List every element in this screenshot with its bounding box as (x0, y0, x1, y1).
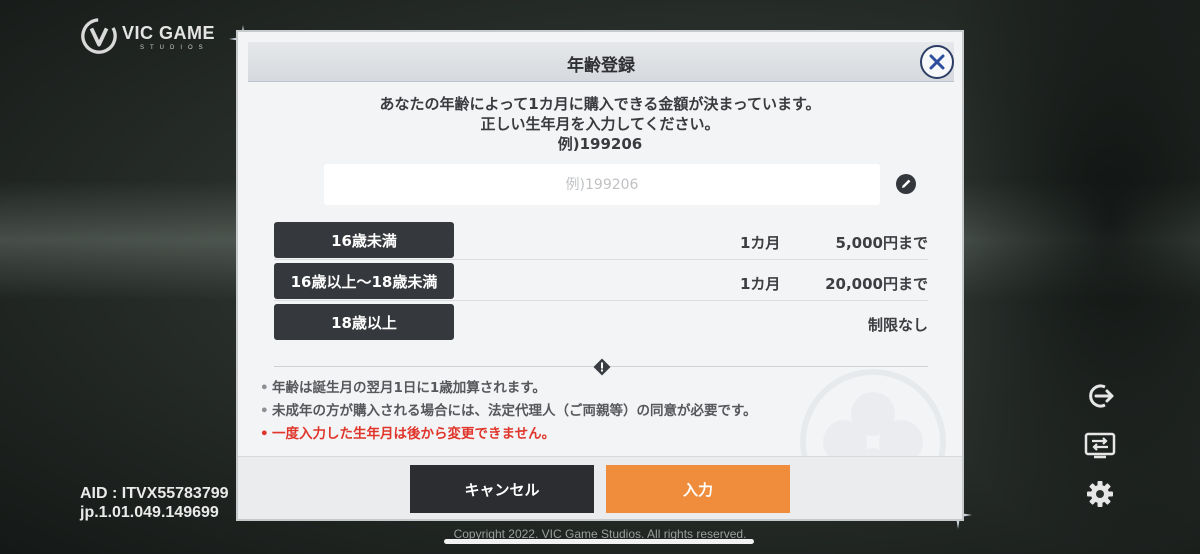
logo-title: VIC GAME (122, 23, 216, 43)
tier-row: 18歳以上 制限なし (274, 302, 928, 342)
dialog-header: 年齢登録 (248, 42, 954, 82)
vic-logo-icon (81, 18, 117, 54)
settings-button[interactable] (1084, 478, 1116, 510)
tier-amount: 20,000円まで (825, 275, 928, 293)
notes-list: 年齢は誕生月の翌月1日に1歳加算されます。 未成年の方が購入される場合には、法定… (258, 377, 948, 446)
switch-account-button[interactable] (1084, 429, 1116, 461)
age-registration-dialog: 年齢登録 あなたの年齢によって1カ月に購入できる金額が決まっています。 正しい生… (236, 30, 964, 521)
dialog-description: あなたの年齢によって1カ月に購入できる金額が決まっています。 正しい生年月を入力… (238, 94, 962, 154)
side-menu (1084, 380, 1116, 527)
tier-label: 16歳以上〜18歳未満 (274, 263, 454, 299)
dialog-footer: キャンセル 入力 (238, 456, 962, 519)
gear-icon (1087, 481, 1113, 507)
tier-period: 1カ月 (740, 234, 781, 252)
tier-label: 18歳以上 (274, 304, 454, 340)
studio-logo: VIC GAME STUDIOS (80, 17, 215, 55)
pencil-icon[interactable] (895, 173, 917, 195)
warning-note: 一度入力した生年月は後から変更できません。 (258, 423, 948, 446)
tier-period: 1カ月 (740, 275, 781, 293)
tier-amount: 5,000円まで (835, 234, 928, 252)
cancel-button[interactable]: キャンセル (410, 465, 594, 513)
warning-icon (593, 358, 611, 376)
home-indicator[interactable] (444, 539, 754, 544)
account-id-info: AID : ITVX55783799 jp.1.01.049.149699 (80, 484, 229, 522)
tier-amount: 制限なし (867, 316, 928, 334)
description-line: あなたの年齢によって1カ月に購入できる金額が決まっています。 (379, 95, 821, 113)
logout-icon (1089, 384, 1114, 408)
app-version: jp.1.01.049.149699 (80, 504, 219, 521)
close-icon (929, 54, 945, 70)
logo-subtitle: STUDIOS (140, 45, 209, 51)
tier-row: 16歳未満 1カ月 5,000円まで (274, 220, 928, 260)
description-example: 例)199206 (557, 135, 643, 153)
birth-month-input[interactable] (324, 164, 880, 205)
tier-row: 16歳以上〜18歳未満 1カ月 20,000円まで (274, 261, 928, 301)
submit-button[interactable]: 入力 (606, 465, 790, 513)
logout-button[interactable] (1084, 380, 1116, 412)
note-item: 未成年の方が購入される場合には、法定代理人（ご両親等）の同意が必要です。 (258, 400, 948, 423)
description-line: 正しい生年月を入力してください。 (480, 115, 720, 133)
close-button[interactable] (920, 45, 954, 79)
account-id: AID : ITVX55783799 (80, 485, 229, 502)
switch-account-icon (1084, 432, 1116, 459)
tier-label: 16歳未満 (274, 222, 454, 258)
note-item: 年齢は誕生月の翌月1日に1歳加算されます。 (258, 377, 948, 400)
dialog-title: 年齢登録 (567, 56, 635, 76)
